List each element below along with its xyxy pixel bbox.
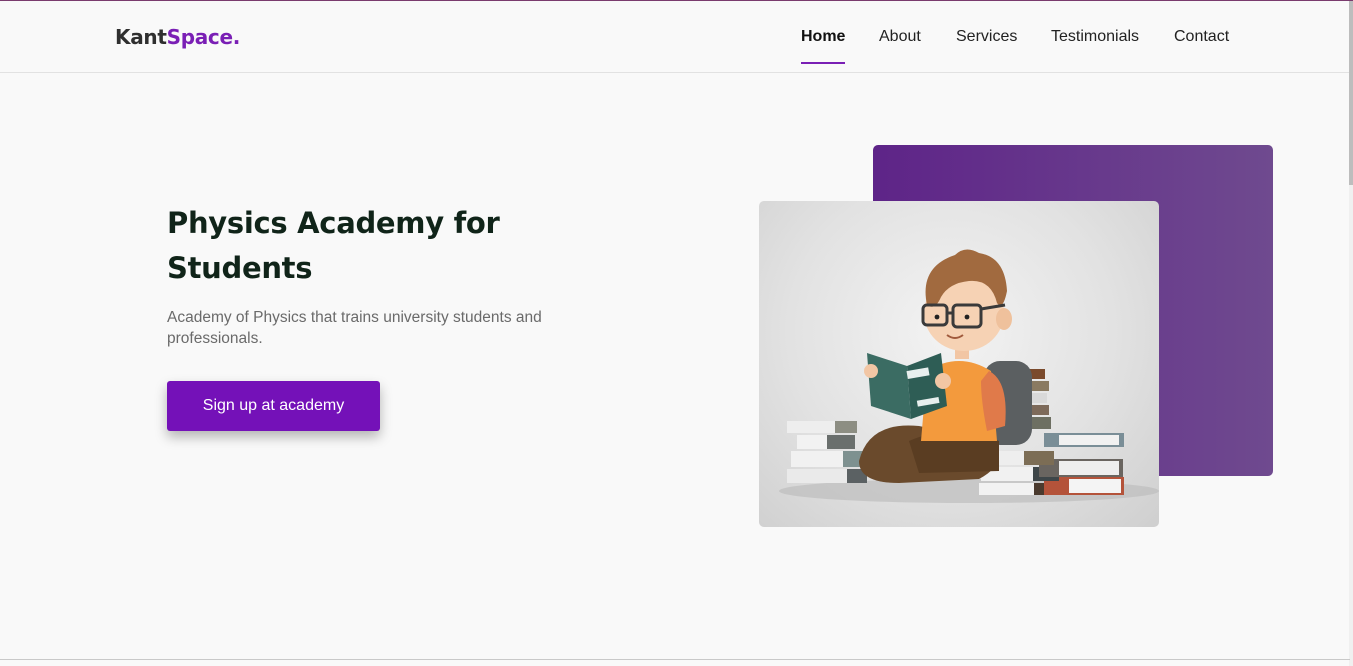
signup-button[interactable]: Sign up at academy <box>167 381 380 431</box>
nav-item-home[interactable]: Home <box>801 28 846 64</box>
brand-logo[interactable]: KantSpace. <box>115 25 240 49</box>
nav-item-services[interactable]: Services <box>956 28 1017 64</box>
student-reading-icon <box>779 249 1159 503</box>
page-bottom-divider <box>0 659 1350 660</box>
hero-subtitle: Academy of Physics that trains universit… <box>167 309 542 347</box>
nav-item-testimonials[interactable]: Testimonials <box>1051 28 1139 64</box>
scrollbar-thumb[interactable] <box>1349 1 1353 185</box>
left-book-stack <box>787 421 867 483</box>
brand-logo-part2: Space. <box>166 25 241 49</box>
nav-item-about[interactable]: About <box>879 28 921 64</box>
top-navbar: KantSpace. Home About Services Testimoni… <box>0 1 1349 73</box>
nav-item-contact[interactable]: Contact <box>1174 28 1229 64</box>
hero-title: Physics Academy for Students <box>167 206 500 285</box>
brand-logo-part1: Kant <box>115 25 167 49</box>
open-book <box>867 353 947 419</box>
student-reading-illustration <box>759 201 1159 527</box>
